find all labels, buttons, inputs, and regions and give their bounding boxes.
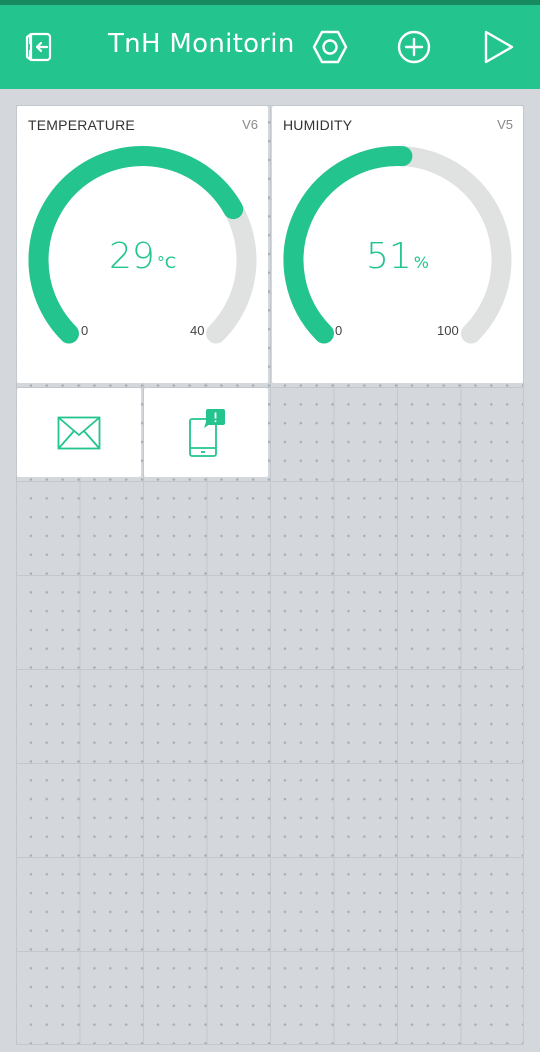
gauge-max: 100 (437, 323, 459, 338)
gauge-value: 51% (272, 236, 523, 277)
gauge-value-number: 51 (365, 236, 412, 277)
exit-icon (25, 32, 52, 62)
gauge-min: 0 (335, 323, 343, 338)
add-widget-button[interactable] (394, 27, 434, 67)
humidity-gauge[interactable]: HUMIDITY V5 51% 0 100 (272, 106, 523, 383)
gauge-value-number: 29 (109, 236, 155, 277)
page-title: TnH Monitorin (108, 29, 295, 59)
play-button[interactable] (478, 27, 518, 67)
exit-button[interactable] (22, 27, 62, 67)
device-settings-button[interactable] (310, 27, 350, 67)
gauge-min: 0 (81, 323, 89, 338)
gauge-unit: % (413, 253, 429, 272)
play-icon (484, 30, 514, 64)
notification-widget[interactable] (144, 388, 268, 477)
add-widget-icon (397, 30, 431, 64)
gauge-max: 40 (190, 323, 205, 338)
push-notification-icon (189, 408, 225, 457)
device-settings-icon (312, 30, 348, 64)
gauge-unit: °C (156, 253, 176, 272)
gauge-value: 29 °C (17, 236, 268, 277)
email-widget[interactable] (17, 388, 141, 477)
email-icon (57, 416, 101, 449)
temperature-gauge[interactable]: TEMPERATURE V6 29 °C 0 40 (17, 106, 268, 383)
app-bar: TnH Monitorin (0, 5, 540, 89)
